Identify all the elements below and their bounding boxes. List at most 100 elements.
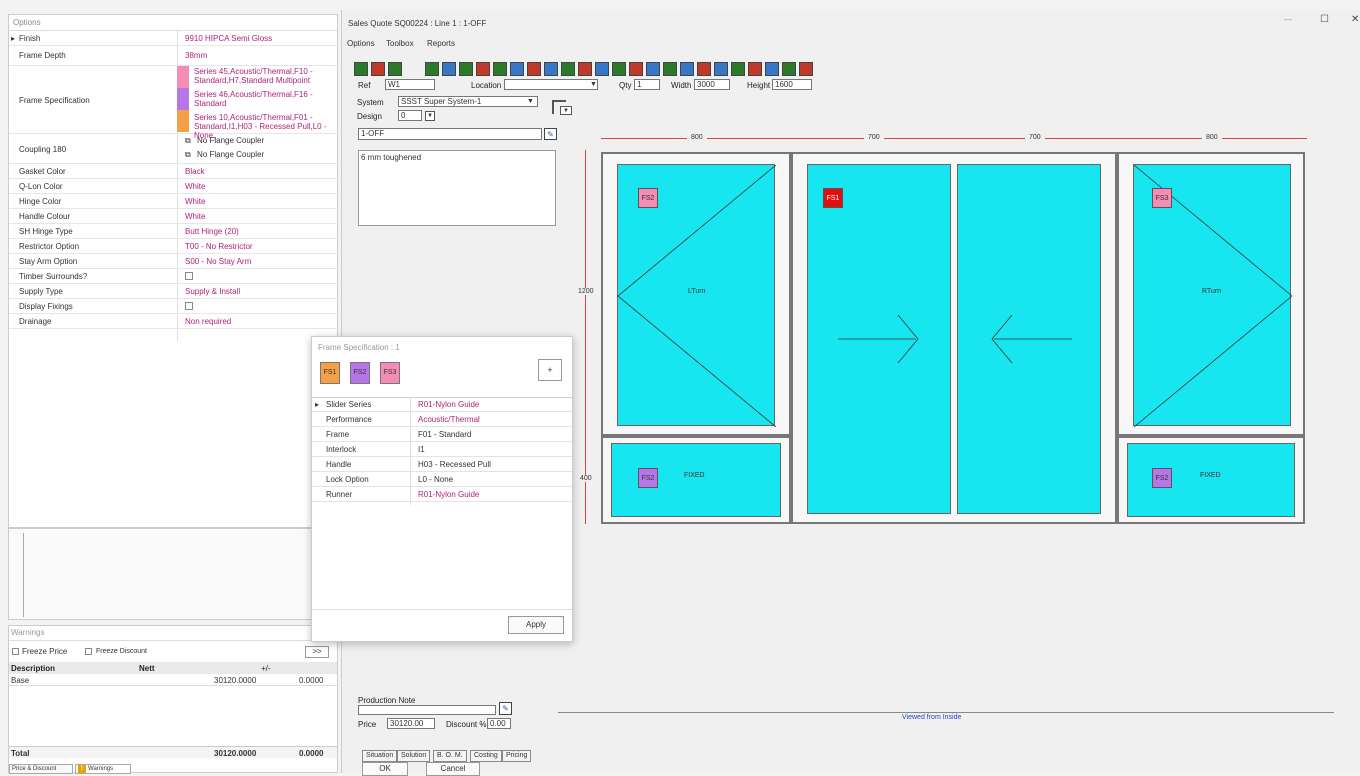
freeze-discount-checkbox[interactable] — [85, 648, 92, 655]
timber-checkbox[interactable] — [185, 272, 193, 280]
fs-tag-selected[interactable]: FS1 — [823, 188, 843, 208]
toolbar-button[interactable] — [544, 62, 558, 76]
edit-icon[interactable]: ✎ — [499, 702, 512, 715]
option-row-coupling[interactable]: Coupling 180 ⧉ No Flange Coupler ⧉ No Fl… — [9, 134, 339, 164]
toolbar-button[interactable] — [425, 62, 439, 76]
menu-toolbox[interactable]: Toolbox — [386, 39, 414, 48]
toolbar-button[interactable] — [663, 62, 677, 76]
spec-row[interactable]: Handle H03 - Recessed Pull — [312, 457, 572, 472]
fs-tag[interactable]: FS3 — [1152, 188, 1172, 208]
glass-notes[interactable]: 6 mm toughened — [358, 150, 556, 226]
tab-bom[interactable]: B. O. M. — [433, 750, 467, 762]
toolbar-button[interactable] — [680, 62, 694, 76]
toolbar-button[interactable] — [731, 62, 745, 76]
spec-row[interactable]: Interlock I1 — [312, 442, 572, 457]
option-row-handle-colour[interactable]: Handle Colour White — [9, 209, 339, 224]
menu-reports[interactable]: Reports — [427, 39, 455, 48]
close-icon[interactable]: ✕ — [1351, 14, 1359, 25]
add-button[interactable]: + — [538, 359, 562, 381]
expand-button[interactable]: >> — [305, 646, 329, 658]
chevron-down-icon[interactable]: ▼ — [527, 98, 534, 105]
location-select[interactable] — [504, 79, 598, 90]
design-select[interactable]: 0 — [398, 110, 422, 121]
fs-tag[interactable]: FS2 — [638, 468, 658, 488]
spec-row[interactable]: ▸ Slider Series R01-Nylon Guide — [312, 397, 572, 412]
fs-tag[interactable]: FS2 — [1152, 468, 1172, 488]
spec-row[interactable]: Frame F01 - Standard — [312, 427, 572, 442]
discount-input[interactable]: 0.00 — [487, 718, 511, 729]
option-row-hinge-color[interactable]: Hinge Color White — [9, 194, 339, 209]
toolbar-button[interactable] — [527, 62, 541, 76]
minimize-icon[interactable]: — — [1284, 15, 1292, 24]
toolbar-button[interactable] — [459, 62, 473, 76]
height-input[interactable]: 1600 — [772, 79, 812, 90]
fs3-button[interactable]: FS3 — [380, 362, 400, 384]
glass-slider-left[interactable] — [807, 164, 951, 514]
toolbar-button[interactable] — [354, 62, 368, 76]
chevron-down-icon[interactable]: ▼ — [590, 81, 597, 88]
option-row-finish[interactable]: ▸ Finish 9910 HIPCA Semi Gloss — [9, 31, 339, 46]
toolbar-button[interactable] — [782, 62, 796, 76]
ok-button[interactable]: OK — [362, 762, 408, 776]
option-row-display-fixings[interactable]: Display Fixings — [9, 299, 339, 314]
frame-profile-icon[interactable]: ▼ — [546, 94, 574, 118]
toolbar-button[interactable] — [510, 62, 524, 76]
freeze-price-checkbox[interactable] — [12, 648, 19, 655]
toolbar-button[interactable] — [748, 62, 762, 76]
option-row-hinge-type[interactable]: SH Hinge Type Butt Hinge (20) — [9, 224, 339, 239]
option-row-stay-arm[interactable]: Stay Arm Option S00 - No Stay Arm — [9, 254, 339, 269]
display-fixings-checkbox[interactable] — [185, 302, 193, 310]
menu-options[interactable]: Options — [347, 39, 375, 48]
toolbar-button[interactable] — [697, 62, 711, 76]
spec-row[interactable]: Lock Option L0 - None — [312, 472, 572, 487]
line-description-input[interactable]: 1-OFF — [358, 128, 542, 140]
chevron-down-icon[interactable]: ▼ — [425, 111, 435, 121]
option-row-frame-depth[interactable]: Frame Depth 38mm — [9, 46, 339, 66]
toolbar-button[interactable] — [388, 62, 402, 76]
apply-button[interactable]: Apply — [508, 616, 564, 634]
maximize-icon[interactable]: ☐ — [1320, 14, 1329, 25]
warnings-title: Warnings — [11, 628, 45, 637]
option-row-frame-specification[interactable]: Frame Specification Series 45,Acoustic/T… — [9, 66, 339, 140]
ref-input[interactable]: W1 — [385, 79, 435, 90]
toolbar-button[interactable] — [476, 62, 490, 76]
toolbar-button[interactable] — [765, 62, 779, 76]
fs2-button[interactable]: FS2 — [350, 362, 370, 384]
fs1-button[interactable]: FS1 — [320, 362, 340, 384]
toolbar-button[interactable] — [612, 62, 626, 76]
spec-value: L0 - None — [418, 475, 454, 484]
option-row-restrictor[interactable]: Restrictor Option T00 - No Restrictor — [9, 239, 339, 254]
option-row-drainage[interactable]: Drainage Non required — [9, 314, 339, 329]
glass-left-fixed[interactable]: FIXED — [611, 443, 781, 517]
spec-row[interactable]: Runner R01-Nylon Guide — [312, 487, 572, 502]
tab-costing[interactable]: Costing — [470, 750, 502, 762]
tab-solution[interactable]: Solution — [397, 750, 431, 762]
toolbar-button[interactable] — [578, 62, 592, 76]
toolbar-button[interactable] — [714, 62, 728, 76]
option-row-qlon[interactable]: Q-Lon Color White — [9, 179, 339, 194]
fs-tag[interactable]: FS2 — [638, 188, 658, 208]
spec-row[interactable]: Performance Acoustic/Thermal — [312, 412, 572, 427]
toolbar-button[interactable] — [561, 62, 575, 76]
tab-pricing[interactable]: Pricing — [502, 750, 532, 762]
toolbar-button[interactable] — [595, 62, 609, 76]
system-select[interactable]: SSST Super System-1 — [398, 96, 538, 107]
toolbar-button[interactable] — [371, 62, 385, 76]
tab-situation[interactable]: Situation — [362, 750, 398, 762]
production-note-input[interactable] — [358, 705, 496, 715]
option-row-gasket[interactable]: Gasket Color Black — [9, 164, 339, 179]
cancel-button[interactable]: Cancel — [426, 762, 480, 776]
option-row-timber[interactable]: Timber Surrounds? — [9, 269, 339, 284]
table-row[interactable]: Base 30120.0000 0.0000 — [9, 675, 337, 686]
toolbar-button[interactable] — [646, 62, 660, 76]
toolbar-button[interactable] — [629, 62, 643, 76]
glass-slider-right[interactable] — [957, 164, 1101, 514]
toolbar-button[interactable] — [799, 62, 813, 76]
price-input[interactable]: 30120.00 — [387, 718, 435, 729]
toolbar-button[interactable] — [493, 62, 507, 76]
toolbar-button[interactable] — [442, 62, 456, 76]
option-row-supply[interactable]: Supply Type Supply & Install — [9, 284, 339, 299]
width-input[interactable]: 3000 — [694, 79, 730, 90]
edit-icon[interactable]: ✎ — [544, 128, 557, 140]
qty-input[interactable]: 1 — [634, 79, 660, 90]
